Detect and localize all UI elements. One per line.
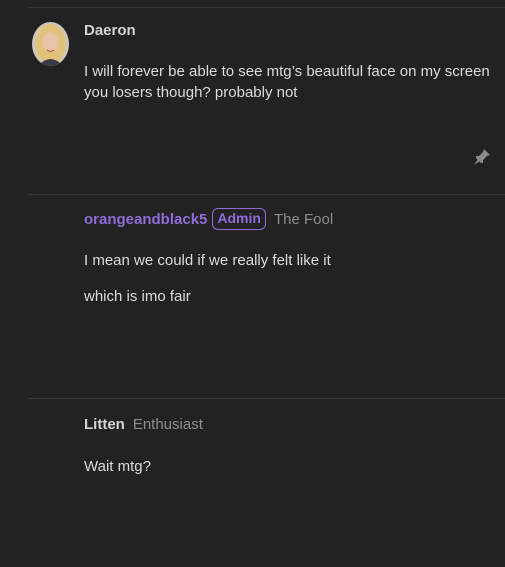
- avatar-image: [32, 22, 69, 66]
- author-line: Daeron: [84, 22, 136, 39]
- username[interactable]: Litten: [84, 416, 125, 433]
- author-line: orangeandblack5 Admin The Fool: [84, 208, 333, 230]
- forum-thread: Daeron I will forever be able to see mtg…: [0, 0, 505, 567]
- post-text: I mean we could if we really felt like i…: [84, 252, 331, 269]
- post-body: Wait mtg?: [84, 456, 494, 477]
- username[interactable]: orangeandblack5: [84, 211, 207, 228]
- author-line: Litten Enthusiast: [84, 416, 203, 433]
- divider: [28, 398, 505, 399]
- post-text: which is imo fair: [84, 288, 191, 305]
- post-body: I will forever be able to see mtg’s beau…: [84, 61, 494, 103]
- divider: [28, 7, 505, 8]
- post-text: I will forever be able to see mtg’s beau…: [84, 63, 490, 101]
- post-body: I mean we could if we really felt like i…: [84, 250, 494, 307]
- user-title: Enthusiast: [132, 416, 203, 433]
- avatar[interactable]: [32, 22, 69, 66]
- divider: [28, 194, 505, 195]
- pin-icon[interactable]: [473, 148, 491, 166]
- username[interactable]: Daeron: [84, 22, 136, 39]
- user-title: The Fool: [273, 210, 334, 228]
- post-text: Wait mtg?: [84, 458, 151, 475]
- admin-badge: Admin: [212, 208, 266, 230]
